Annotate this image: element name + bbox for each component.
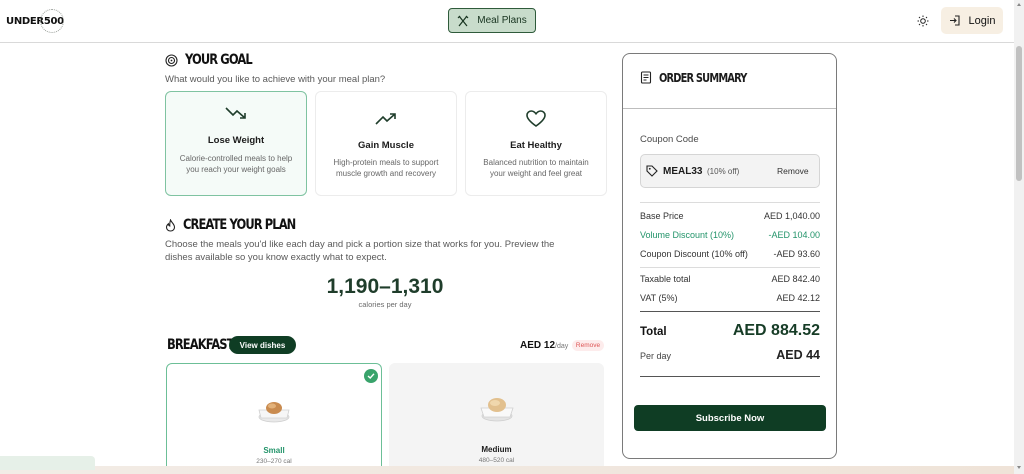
total-value: AED 884.52 xyxy=(732,322,820,339)
divider xyxy=(640,311,820,312)
breakfast-title: BREAKFAST xyxy=(167,337,235,353)
coupon-discount-label: Coupon Discount (10% off) xyxy=(640,249,748,259)
per-day-value: AED 44 xyxy=(776,348,820,362)
vat-label: VAT (5%) xyxy=(640,293,678,303)
portion-name-small: Small xyxy=(263,446,285,455)
order-summary-header: ORDER SUMMARY xyxy=(623,54,836,109)
coupon-discount-value: -AED 93.60 xyxy=(773,249,820,259)
portion-card-medium[interactable]: Medium 480–520 cal xyxy=(389,363,604,474)
receipt-icon xyxy=(640,71,652,84)
taxable-total-label: Taxable total xyxy=(640,274,691,284)
goal-title: YOUR GOAL xyxy=(185,52,253,68)
goal-card-gain-muscle[interactable]: Gain Muscle High-protein meals to suppor… xyxy=(315,91,457,196)
goal-subtitle: What would you like to achieve with your… xyxy=(165,74,386,85)
calories-range: 1,190–1,310 xyxy=(326,275,444,298)
view-dishes-button[interactable]: View dishes xyxy=(229,336,296,354)
goal-icon-wrap xyxy=(166,106,306,120)
subscribe-now-button[interactable]: Subscribe Now xyxy=(634,405,826,431)
goal-icon-wrap xyxy=(316,112,456,126)
portion-cal-medium: 480–520 cal xyxy=(478,457,515,464)
goal-title-gain-muscle: Gain Muscle xyxy=(358,140,414,151)
heart-icon xyxy=(526,110,546,127)
breakfast-remove-button[interactable]: Remove xyxy=(572,340,604,351)
plan-heading: CREATE YOUR PLAN xyxy=(165,217,320,233)
vat-row: VAT (5%) AED 42.12 xyxy=(640,293,820,303)
vat-value: AED 42.12 xyxy=(776,293,820,303)
taxable-total-value: AED 842.40 xyxy=(771,274,820,284)
target-icon xyxy=(165,53,178,67)
per-day-label: Per day xyxy=(640,351,672,361)
flame-icon xyxy=(165,218,176,232)
login-icon xyxy=(949,15,960,26)
plan-subtitle-line1: Choose the meals you'd like each day and… xyxy=(165,239,555,250)
goal-icon-wrap xyxy=(466,110,606,128)
scroll-thumb[interactable] xyxy=(1016,46,1022,181)
volume-discount-value: -AED 104.00 xyxy=(768,230,820,240)
goal-desc-lose-weight: Calorie-controlled meals to help you rea… xyxy=(179,154,293,174)
total-row: Total AED 884.52 xyxy=(640,322,820,340)
breakfast-price-unit: /day xyxy=(555,343,569,350)
notification-fragment xyxy=(0,456,95,470)
check-icon xyxy=(364,369,378,383)
goal-title-lose-weight: Lose Weight xyxy=(207,135,265,146)
login-button[interactable]: Login xyxy=(941,7,1003,34)
tag-icon xyxy=(646,165,658,177)
portion-name-medium: Medium xyxy=(481,445,512,454)
coupon-code: MEAL33 xyxy=(663,166,703,177)
total-label: Total xyxy=(640,326,667,338)
nav-meal-plans[interactable]: Meal Plans xyxy=(448,8,536,33)
sun-icon xyxy=(917,15,929,27)
theme-toggle-button[interactable] xyxy=(915,13,931,29)
goal-card-lose-weight[interactable]: Lose Weight Calorie-controlled meals to … xyxy=(165,91,307,196)
breakfast-price: AED 12/day xyxy=(520,340,568,351)
bottom-edge xyxy=(0,466,1014,474)
divider xyxy=(640,202,820,203)
goal-heading: YOUR GOAL xyxy=(165,52,266,68)
volume-discount-label: Volume Discount (10%) xyxy=(640,230,735,240)
trending-up-icon xyxy=(375,113,396,125)
goal-desc-eat-healthy: Balanced nutrition to maintain your weig… xyxy=(483,158,589,178)
portion-card-small[interactable]: Small 230–270 cal xyxy=(166,363,382,474)
divider xyxy=(640,376,820,377)
logo[interactable]: UNDER500 xyxy=(6,9,64,33)
divider xyxy=(640,267,820,268)
utensils-icon xyxy=(457,15,469,26)
scroll-down-arrow[interactable] xyxy=(1017,466,1021,469)
breakfast-price-value: AED 12 xyxy=(520,340,556,351)
taxable-total-row: Taxable total AED 842.40 xyxy=(640,274,820,284)
logo-ring xyxy=(40,9,64,33)
base-price-label: Base Price xyxy=(640,211,684,221)
calories-label: calories per day xyxy=(358,300,412,309)
base-price-row: Base Price AED 1,040.00 xyxy=(640,211,820,221)
goal-desc-gain-muscle: High-protein meals to support muscle gro… xyxy=(333,158,439,178)
plan-title: CREATE YOUR PLAN xyxy=(183,217,296,233)
dish-image xyxy=(258,402,290,423)
coupon-applied-box: MEAL33 (10% off) Remove xyxy=(640,154,820,188)
base-price-value: AED 1,040.00 xyxy=(763,211,820,221)
trending-down-icon xyxy=(225,107,246,119)
per-day-row: Per day AED 44 xyxy=(640,348,820,362)
goal-card-eat-healthy[interactable]: Eat Healthy Balanced nutrition to mainta… xyxy=(465,91,607,196)
coupon-discount: (10% off) xyxy=(707,167,740,176)
coupon-discount-row: Coupon Discount (10% off) -AED 93.60 xyxy=(640,249,820,259)
volume-discount-row: Volume Discount (10%) -AED 104.00 xyxy=(640,230,820,240)
login-label: Login xyxy=(968,14,996,27)
dish-image xyxy=(479,398,514,422)
page-scrollbar[interactable] xyxy=(1014,0,1024,474)
coupon-remove-button[interactable]: Remove xyxy=(777,166,809,176)
portion-cal-small: 230–270 cal xyxy=(256,458,292,465)
scroll-up-arrow[interactable] xyxy=(1017,3,1021,6)
coupon-label: Coupon Code xyxy=(640,134,699,145)
plan-subtitle-line2: dishes available so you know exactly wha… xyxy=(165,252,387,263)
order-summary-title: ORDER SUMMARY xyxy=(659,71,747,85)
order-summary-panel: ORDER SUMMARY Coupon Code MEAL33 (10% of… xyxy=(622,53,837,459)
nav-meal-plans-label: Meal Plans xyxy=(477,15,527,26)
goal-title-eat-healthy: Eat Healthy xyxy=(510,140,562,151)
top-header: UNDER500 Meal Plans Login xyxy=(0,0,1014,43)
